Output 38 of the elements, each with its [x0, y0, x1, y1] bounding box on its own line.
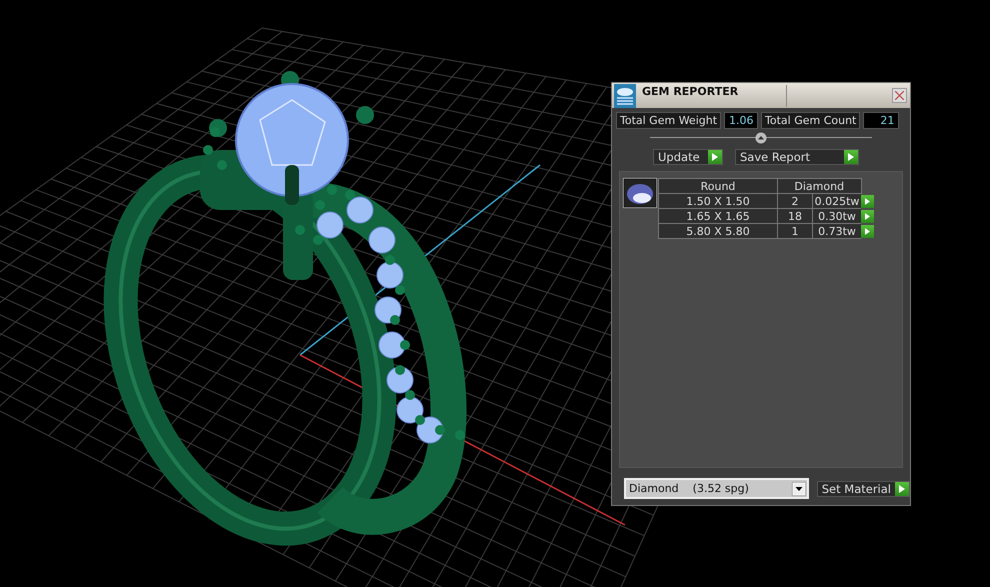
weight-cell: 0.73tw [812, 224, 861, 238]
action-label: Update [657, 150, 701, 164]
play-icon [865, 212, 870, 220]
column-header: Diamond [778, 178, 861, 194]
action-label: Save Report [739, 150, 812, 164]
total-count-value: 21 [863, 112, 900, 129]
gem-report-icon [614, 84, 636, 108]
total-weight-value: 1.06 [724, 112, 758, 129]
column-header: Round [658, 178, 778, 194]
window-title: GEM REPORTER [642, 85, 738, 98]
run-button[interactable] [895, 482, 909, 496]
play-icon [865, 198, 870, 204]
run-button[interactable] [844, 150, 858, 164]
size-cell: 1.50 X 1.50 [658, 194, 778, 208]
count-cell: 2 [778, 194, 812, 208]
material-dropdown[interactable]: Diamond (3.52 spg) [624, 478, 809, 499]
count-cell: 1 [778, 224, 812, 238]
close-icon [895, 91, 904, 100]
count-cell: 18 [778, 208, 812, 224]
row-select-button[interactable] [861, 210, 874, 222]
row-select-button[interactable] [861, 224, 874, 238]
size-cell: 5.80 X 5.80 [658, 224, 778, 238]
play-icon [712, 153, 718, 161]
play-icon [899, 484, 905, 492]
weight-cell: 0.025tw [812, 194, 861, 208]
close-button[interactable] [892, 88, 907, 103]
total-count-label: Total Gem Count [761, 112, 860, 129]
run-button[interactable] [708, 150, 722, 164]
collapse-handle[interactable] [755, 132, 767, 144]
action-label: Set Material [820, 482, 892, 496]
total-weight-label: Total Gem Weight [616, 112, 722, 129]
weight-cell: 0.30tw [812, 208, 861, 224]
round-gem-icon [623, 178, 657, 208]
play-icon [865, 228, 870, 234]
size-cell: 1.65 X 1.65 [658, 208, 778, 224]
dropdown-arrow-icon [792, 482, 806, 496]
row-select-button[interactable] [861, 194, 874, 208]
play-icon [848, 153, 854, 161]
